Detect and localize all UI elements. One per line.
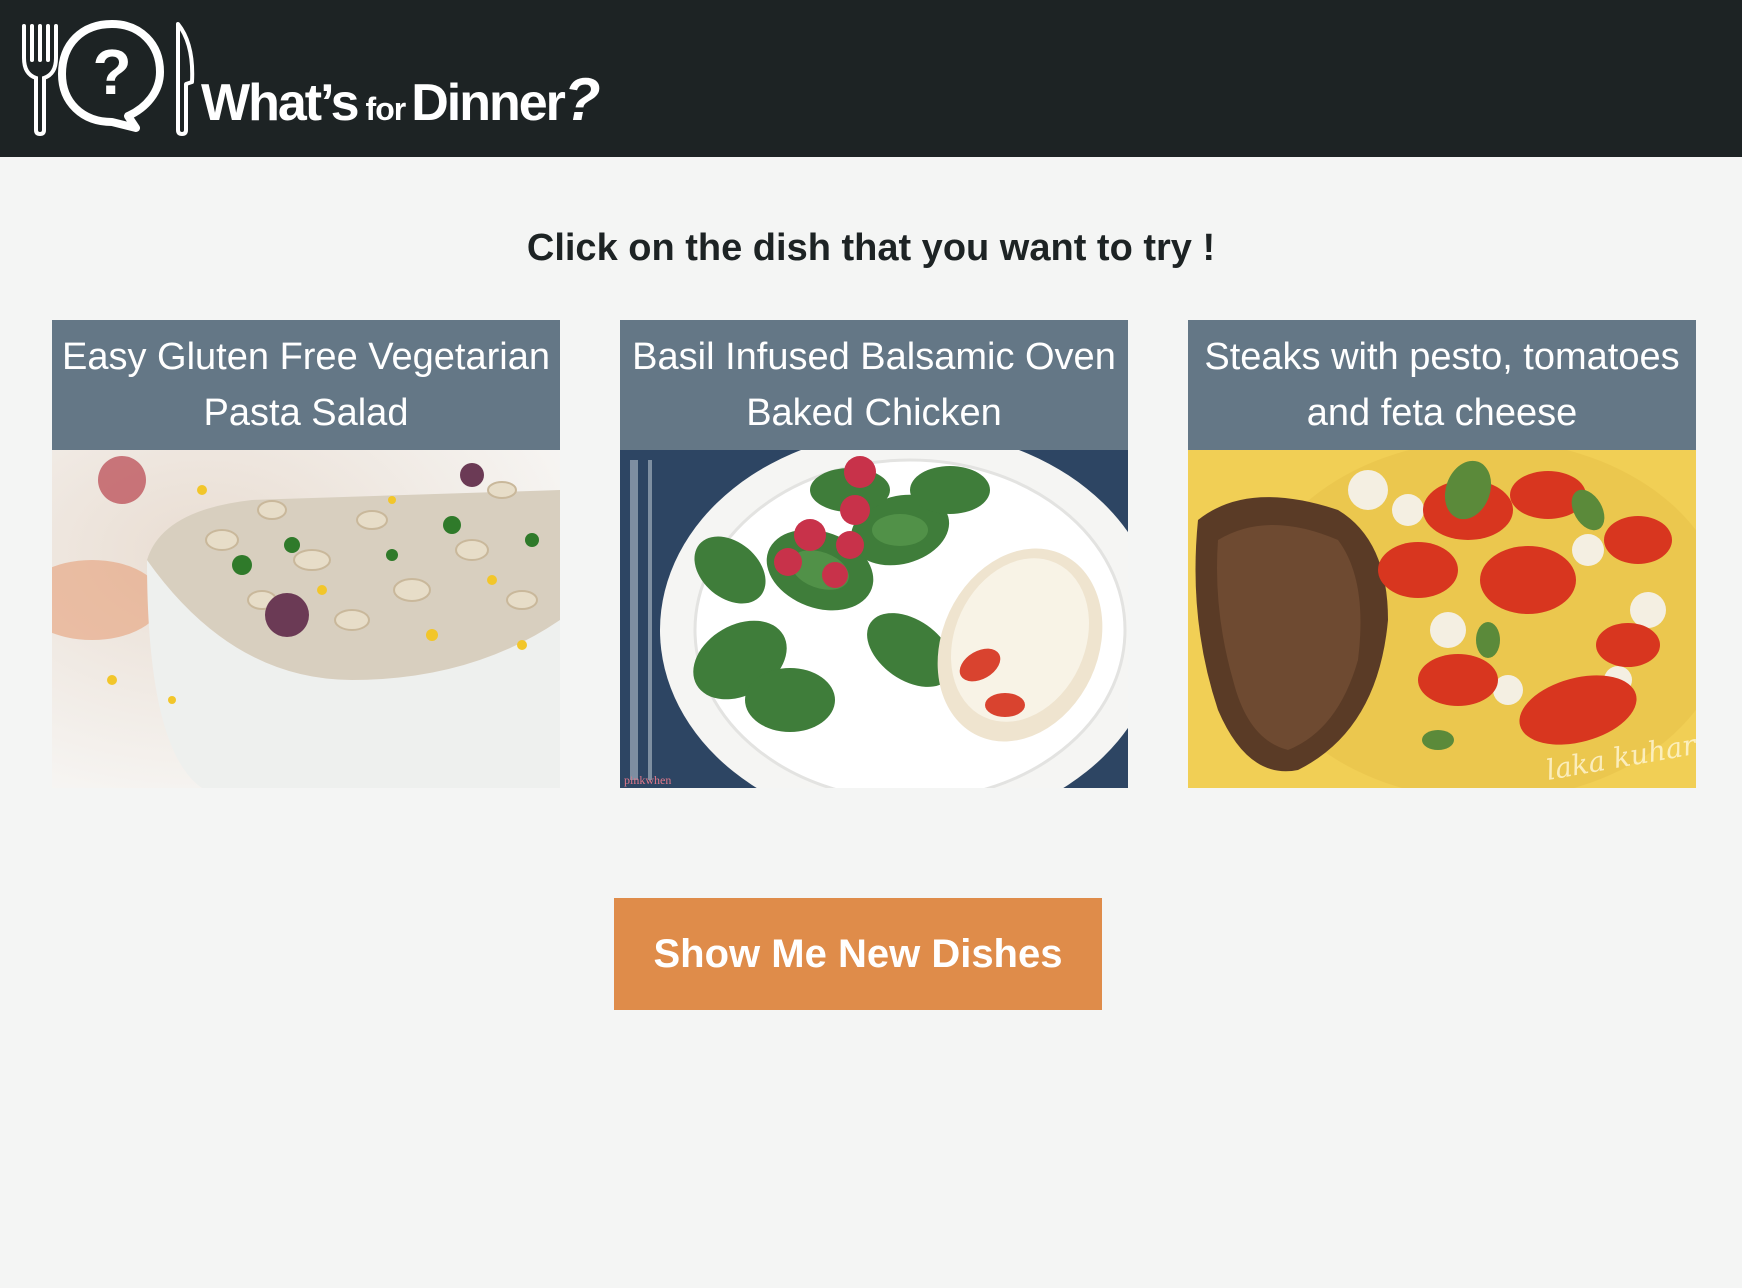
- dish-title[interactable]: Easy Gluten Free Vegetarian Pasta Salad: [52, 320, 560, 450]
- site-logo[interactable]: ? What’s for Dinner?: [18, 18, 638, 138]
- show-new-dishes-button[interactable]: Show Me New Dishes: [614, 898, 1102, 1010]
- logo-wordmark: What’s for Dinner?: [201, 70, 601, 132]
- logo-text-main: What’s: [201, 74, 360, 132]
- logo-text-end: Dinner: [411, 74, 566, 132]
- dish-card-basil-chicken[interactable]: Basil Infused Balsamic Oven Baked Chicke…: [620, 320, 1128, 788]
- dish-card-pasta-salad[interactable]: Easy Gluten Free Vegetarian Pasta Salad: [52, 320, 560, 788]
- photo-watermark: pinkwhen: [624, 773, 671, 787]
- logo-text-question: ?: [563, 66, 601, 133]
- steak-tomatoes-photo[interactable]: laka kuharica: [1188, 450, 1696, 788]
- question-bubble-icon: ?: [58, 20, 164, 132]
- dish-title[interactable]: Steaks with pesto, tomatoes and feta che…: [1188, 320, 1696, 450]
- fork-icon: [22, 24, 58, 137]
- logo-text-small: for: [365, 91, 407, 127]
- knife-icon: [176, 22, 195, 136]
- pasta-salad-photo[interactable]: [52, 450, 560, 788]
- logo-mark: ?: [22, 20, 195, 137]
- page-instruction: Click on the dish that you want to try !: [526, 227, 1216, 269]
- top-bar: ? What’s for Dinner?: [0, 0, 1742, 157]
- dish-title[interactable]: Basil Infused Balsamic Oven Baked Chicke…: [620, 320, 1128, 450]
- svg-text:?: ?: [92, 36, 131, 108]
- chicken-spinach-photo[interactable]: pinkwhen: [620, 450, 1128, 788]
- dish-card-steak-pesto[interactable]: Steaks with pesto, tomatoes and feta che…: [1188, 320, 1696, 788]
